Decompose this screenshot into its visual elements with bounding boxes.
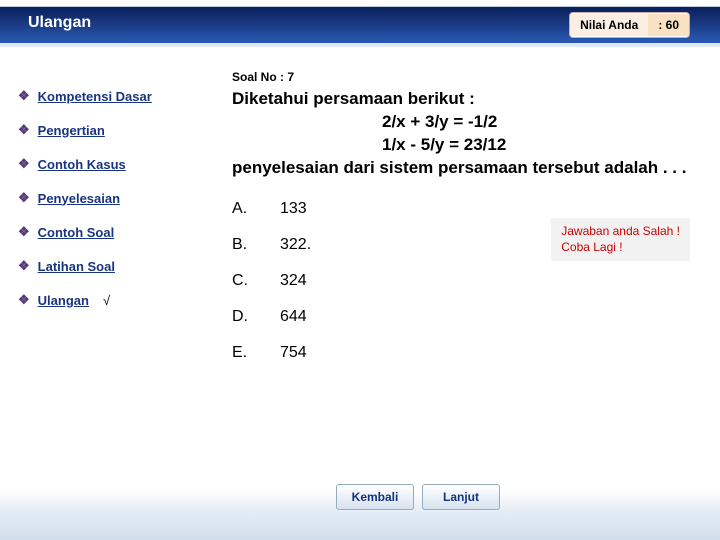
option-letter: B.: [232, 236, 280, 254]
option-letter: C.: [232, 272, 280, 290]
sidebar-item-kompetensi[interactable]: ❖ Kompetensi Dasar: [18, 88, 210, 104]
sidebar-item-label: Pengertian: [38, 123, 105, 138]
diamond-icon: ❖: [18, 122, 30, 138]
header: Ulangan Nilai Anda : 60: [0, 0, 720, 52]
score-label: Nilai Anda: [570, 14, 648, 36]
option-letter: D.: [232, 308, 280, 326]
question-intro: Diketahui persamaan berikut :: [232, 89, 475, 108]
option-letter: E.: [232, 344, 280, 362]
sidebar-item-label: Latihan Soal: [38, 259, 115, 274]
diamond-icon: ❖: [18, 156, 30, 172]
option-value: 644: [280, 308, 370, 326]
sidebar-item-label: Kompetensi Dasar: [38, 89, 152, 104]
sidebar-item-label: Contoh Soal: [38, 225, 115, 240]
diamond-icon: ❖: [18, 258, 30, 274]
question-number: Soal No : 7: [232, 70, 700, 84]
option-value: 754: [280, 344, 370, 362]
sidebar-item-label: Penyelesaian: [38, 191, 120, 206]
score-value: : 60: [648, 14, 689, 36]
option-letter: A.: [232, 200, 280, 218]
diamond-icon: ❖: [18, 88, 30, 104]
feedback-box: Jawaban anda Salah ! Coba Lagi !: [551, 218, 690, 261]
option-value: 322.: [280, 236, 370, 254]
back-button[interactable]: Kembali: [336, 484, 414, 510]
diamond-icon: ❖: [18, 224, 30, 240]
page-title: Ulangan: [28, 14, 91, 32]
sidebar-item-ulangan[interactable]: ❖ Ulangan √: [18, 292, 210, 308]
option-d[interactable]: D. 644: [232, 302, 700, 332]
sidebar-item-pengertian[interactable]: ❖ Pengertian: [18, 122, 210, 138]
option-value: 324: [280, 272, 370, 290]
option-value: 133: [280, 200, 370, 218]
sidebar-item-label: Contoh Kasus: [38, 157, 126, 172]
diamond-icon: ❖: [18, 190, 30, 206]
sidebar: ❖ Kompetensi Dasar ❖ Pengertian ❖ Contoh…: [0, 78, 210, 326]
next-button[interactable]: Lanjut: [422, 484, 500, 510]
question-line2: 1/x - 5/y = 23/12: [382, 134, 700, 157]
diamond-icon: ❖: [18, 292, 30, 308]
check-icon: √: [103, 293, 110, 308]
sidebar-item-latihan-soal[interactable]: ❖ Latihan Soal: [18, 258, 210, 274]
question-line1: 2/x + 3/y = -1/2: [382, 111, 700, 134]
question-outro: penyelesaian dari sistem persamaan terse…: [232, 158, 686, 177]
sidebar-item-label: Ulangan: [38, 293, 89, 308]
sidebar-item-contoh-soal[interactable]: ❖ Contoh Soal: [18, 224, 210, 240]
sidebar-item-penyelesaian[interactable]: ❖ Penyelesaian: [18, 190, 210, 206]
sidebar-item-contoh-kasus[interactable]: ❖ Contoh Kasus: [18, 156, 210, 172]
feedback-line1: Jawaban anda Salah !: [561, 224, 680, 240]
question-text: Diketahui persamaan berikut : 2/x + 3/y …: [232, 88, 700, 180]
option-e[interactable]: E. 754: [232, 338, 700, 368]
option-c[interactable]: C. 324: [232, 266, 700, 296]
feedback-line2: Coba Lagi !: [561, 240, 680, 256]
score-box: Nilai Anda : 60: [569, 12, 690, 38]
